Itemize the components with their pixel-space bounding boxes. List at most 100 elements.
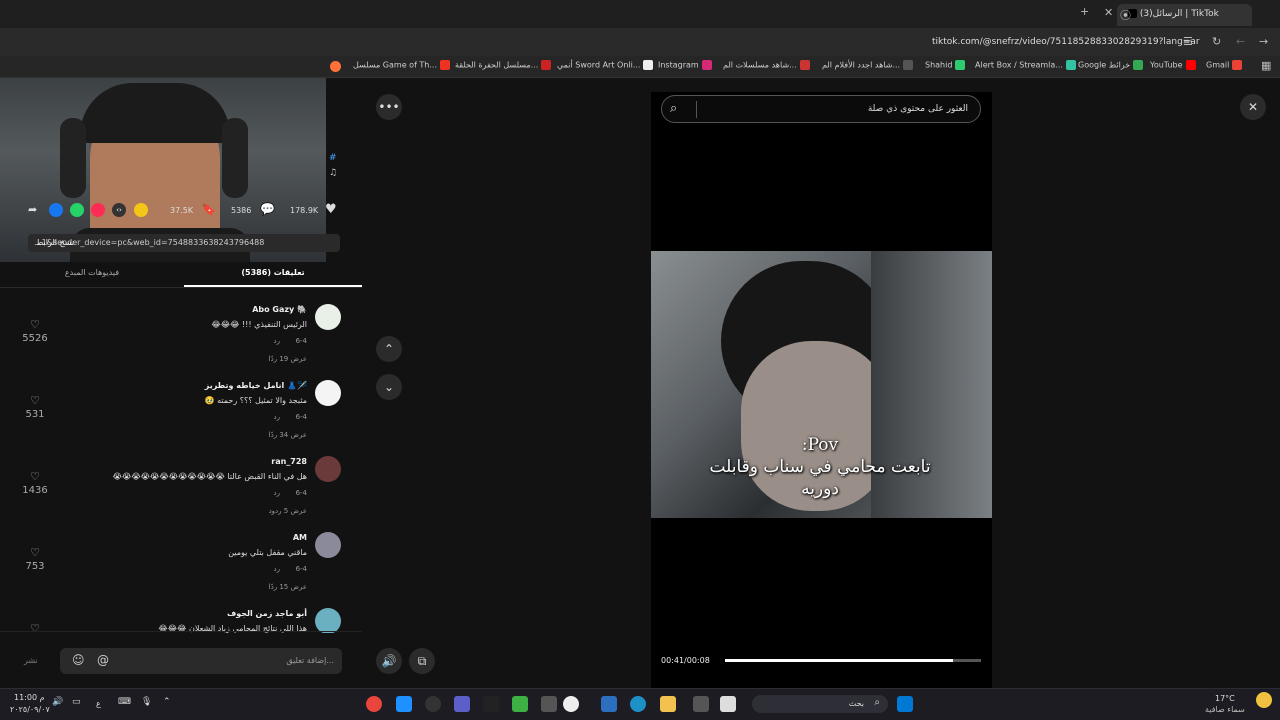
copy-link-button[interactable]: نسخ الرابط <box>30 238 80 247</box>
headset-right-icon <box>222 118 248 198</box>
facebook-icon[interactable] <box>49 203 63 217</box>
store-icon[interactable] <box>541 696 557 712</box>
comment-username[interactable]: Abo Gazy 🐘 <box>252 305 307 314</box>
url-text[interactable]: tiktok.com/@snefrz/video/751185288330282… <box>932 37 1200 47</box>
comment-like-icon[interactable]: ♡ <box>15 470 55 483</box>
view-replies-button[interactable]: عرض 34 ردًا <box>269 431 307 439</box>
like-icon[interactable]: ♥ <box>325 202 337 217</box>
bookmark-item[interactable]: مسلسل الحفرة الحلقة... <box>455 60 552 70</box>
volume-tray-icon[interactable]: 🔊 <box>52 697 63 707</box>
share-arrow-icon[interactable]: ➦ <box>28 203 37 216</box>
file-explorer-icon[interactable] <box>660 696 676 712</box>
tab-creator-videos[interactable]: فيديوهات المبدع <box>0 268 184 277</box>
previous-video-button[interactable]: ⌃ <box>376 336 402 362</box>
bookmark-item[interactable]: Shahid <box>925 60 969 70</box>
teams-icon[interactable] <box>454 696 470 712</box>
view-replies-button[interactable]: عرض 19 ردًا <box>269 355 307 363</box>
comment-username[interactable]: أبو ماجد زمن الجوف <box>227 609 307 618</box>
reply-button[interactable]: رد <box>274 337 281 345</box>
taskbar-app-icon[interactable] <box>720 696 736 712</box>
avatar[interactable] <box>315 304 341 330</box>
clock-time[interactable]: 11:00 م <box>14 693 45 702</box>
language-indicator[interactable]: ع <box>96 699 101 708</box>
comment-icon[interactable]: 💬 <box>260 202 275 216</box>
comment-username[interactable]: AM <box>293 533 307 542</box>
send-icon[interactable] <box>91 203 105 217</box>
bookmark-item[interactable]: YouTube <box>1150 60 1200 70</box>
music-icon: ♫ <box>329 168 338 178</box>
more-dots-icon: ••• <box>378 100 400 114</box>
audio-icon[interactable]: ⦿ <box>1120 7 1131 23</box>
avatar[interactable] <box>315 608 341 633</box>
microphone-icon[interactable]: 🎙 <box>141 697 152 707</box>
embed-icon[interactable]: ‹› <box>112 203 126 217</box>
github-icon[interactable] <box>425 696 441 712</box>
taskbar-search[interactable]: ⌕ بحث <box>752 695 888 713</box>
taskbar-app-icon[interactable] <box>563 696 579 712</box>
bookmark-item[interactable]: Alert Box / Streamla... <box>975 60 1076 70</box>
firefox-bookmark-icon[interactable] <box>330 61 341 72</box>
windows-start-icon[interactable] <box>897 696 913 712</box>
post-button[interactable]: نشر <box>24 656 38 665</box>
comment-like-icon[interactable]: ♡ <box>15 546 55 559</box>
comment-like-icon[interactable]: ♡ <box>15 394 55 407</box>
video-time: 00:41/00:08 <box>661 656 710 665</box>
related-search-box[interactable]: ⌕ العثور على محتوى ذي صلة <box>661 95 981 123</box>
terminal-icon[interactable] <box>483 696 499 712</box>
back-icon[interactable]: → <box>1259 35 1268 48</box>
network-icon[interactable]: ▭ <box>72 697 81 707</box>
tab-comments[interactable]: تعليقات (5386) <box>184 268 362 277</box>
comment-username[interactable]: ran_728 <box>271 457 307 466</box>
taskbar-app-icon[interactable] <box>396 696 412 712</box>
bookmark-item[interactable]: Instagram <box>658 60 712 70</box>
view-replies-button[interactable]: عرض 15 ردًا <box>269 583 307 591</box>
comment-text: ماقني مقفل بتلي يومين <box>228 548 307 557</box>
active-tab[interactable]: (3)الرسائل | TikTok <box>1117 4 1252 26</box>
new-tab-icon[interactable]: + <box>1080 5 1089 18</box>
close-video-button[interactable]: ✕ <box>1240 94 1266 120</box>
comment-like-icon[interactable]: ♡ <box>15 318 55 331</box>
clock-date[interactable]: ٢٠٢٥/٠٩/٠٧ <box>10 705 50 714</box>
bookmark-item[interactable]: Gmail <box>1206 60 1266 70</box>
weather-icon[interactable] <box>1256 692 1272 708</box>
tray-chevron-icon[interactable]: ⌃ <box>163 697 171 707</box>
avatar[interactable] <box>315 380 341 406</box>
emoji-icon[interactable]: ☺ <box>72 653 85 667</box>
comment-input[interactable]: إضافة تعليق... <box>286 656 334 665</box>
comment-input-box[interactable]: ☺ @ إضافة تعليق... <box>60 648 342 674</box>
forward-icon[interactable]: ← <box>1236 35 1245 48</box>
share-emoji-icon[interactable] <box>134 203 148 217</box>
comment-text: الرئيس التنفيذي !!! 😂😂😂 <box>211 320 307 329</box>
more-options-button[interactable]: ••• <box>376 94 402 120</box>
keyboard-icon[interactable]: ⌨ <box>118 697 131 707</box>
bookmark-item[interactable]: شاهد مسلسلات الم... <box>723 60 813 70</box>
taskbar-app-icon[interactable] <box>693 696 709 712</box>
bookmark-label: مسلسل الحفرة الحلقة... <box>455 60 539 70</box>
comment-username[interactable]: انامل خياطه وتطريز 👗🪡 <box>205 381 307 390</box>
avatar[interactable] <box>315 456 341 482</box>
next-video-button[interactable]: ⌄ <box>376 374 402 400</box>
comment-like-count: 1436 <box>22 485 48 496</box>
reply-button[interactable]: رد <box>274 565 281 573</box>
reload-icon[interactable]: ↻ <box>1212 35 1221 48</box>
pip-button[interactable]: ⧉ <box>409 648 435 674</box>
bookmark-icon[interactable]: 🔖 <box>201 202 216 216</box>
xbox-icon[interactable] <box>512 696 528 712</box>
view-replies-button[interactable]: عرض 5 ردود <box>269 507 307 515</box>
bookmark-item[interactable]: شاهد اجدد الأفلام الم... <box>822 60 915 70</box>
whatsapp-icon[interactable] <box>70 203 84 217</box>
search-input[interactable]: العثور على محتوى ذي صلة <box>868 104 968 114</box>
chrome-icon[interactable] <box>366 696 382 712</box>
reply-button[interactable]: رد <box>274 413 281 421</box>
comment-row: AM ماقني مقفل بتلي يومين 6-4 رد عرض 15 ردًا ♡… <box>0 530 362 606</box>
edge-icon[interactable] <box>630 696 646 712</box>
bookmark-item[interactable]: أنمي Sword Art Onli... <box>557 60 654 70</box>
mail-icon[interactable] <box>601 696 617 712</box>
volume-button[interactable]: 🔊 <box>376 648 402 674</box>
close-tab-icon[interactable]: ✕ <box>1104 6 1113 19</box>
reply-button[interactable]: رد <box>274 489 281 497</box>
avatar[interactable] <box>315 532 341 558</box>
mention-icon[interactable]: @ <box>97 653 109 667</box>
bookmark-item[interactable]: Google خرائط <box>1078 60 1144 70</box>
bookmark-item[interactable]: مسلسل Game of Th... <box>353 60 451 70</box>
